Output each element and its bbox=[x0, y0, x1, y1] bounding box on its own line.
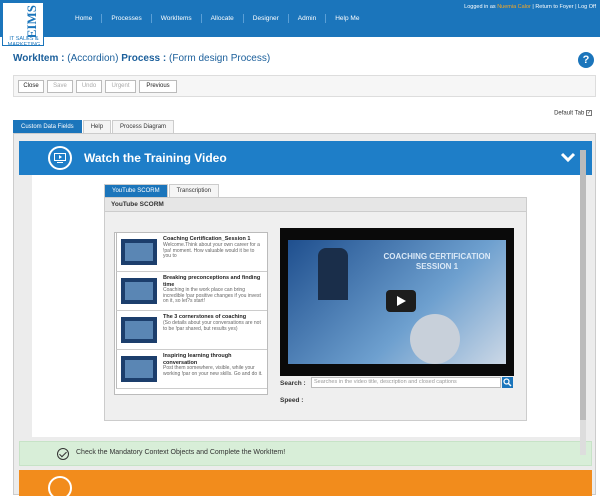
video-player[interactable]: COACHING CERTIFICATION SESSION 1 bbox=[280, 228, 514, 376]
return-to-foyer-link[interactable]: Return to Foyer bbox=[535, 4, 573, 10]
top-bar: EIMS IT SALES & MARKETING Home Processes… bbox=[0, 0, 600, 48]
urgent-button[interactable]: Urgent bbox=[105, 80, 136, 93]
check-circle-icon bbox=[57, 448, 69, 460]
nav-help-me[interactable]: Help Me bbox=[326, 14, 368, 23]
inner-tabs: YouTube SCORM Transcription bbox=[104, 184, 220, 197]
nav-admin[interactable]: Admin bbox=[289, 14, 327, 23]
video-icon bbox=[48, 146, 72, 170]
default-tab-checkbox[interactable]: ✓ bbox=[586, 110, 592, 116]
list-item[interactable]: Coaching Certification_Session 1 Welcome… bbox=[116, 233, 267, 272]
search-input[interactable]: Searches in the video title, description… bbox=[311, 377, 501, 388]
accordion-panel: YouTube SCORM Transcription YouTube SCOR… bbox=[32, 175, 586, 437]
nav-workitems[interactable]: WorkItems bbox=[152, 14, 202, 23]
page-scrollbar[interactable] bbox=[580, 150, 586, 455]
list-item[interactable]: Inspiring learning through conversation … bbox=[116, 350, 267, 389]
youtube-scorm-box: YouTube SCORM Coaching Certification_Ses… bbox=[104, 197, 527, 421]
toolbar: Close Save Undo Urgent Previous bbox=[13, 75, 596, 97]
tab-help[interactable]: Help bbox=[82, 120, 112, 133]
workitem-value: (Accordion) bbox=[67, 53, 119, 64]
close-button[interactable]: Close bbox=[18, 80, 44, 93]
logo-text: EIMS bbox=[24, 5, 39, 39]
log-off-link[interactable]: Log Off bbox=[578, 4, 596, 10]
video-thumbnail bbox=[121, 356, 157, 382]
user-name-link[interactable]: Nuemia Calor bbox=[497, 4, 531, 10]
list-item-desc: Welcome.Think about your own career for … bbox=[163, 242, 260, 259]
list-item-desc: Coaching in the work place can bring inc… bbox=[163, 287, 261, 304]
nav-designer[interactable]: Designer bbox=[244, 14, 289, 23]
scrollbar-thumb[interactable] bbox=[580, 150, 586, 420]
main-nav: Home Processes WorkItems Allocate Design… bbox=[66, 14, 368, 23]
globe-image bbox=[410, 314, 460, 364]
content-area: Watch the Training Video YouTube SCORM T… bbox=[13, 133, 596, 500]
main-tabs: Custom Data Fields Help Process Diagram bbox=[13, 120, 175, 133]
nav-allocate[interactable]: Allocate bbox=[202, 14, 244, 23]
search-icon[interactable] bbox=[502, 377, 513, 388]
page-title: WorkItem : (Accordion) Process : (Form d… bbox=[13, 53, 270, 64]
video-thumbnail bbox=[121, 317, 157, 343]
video-thumbnail bbox=[121, 278, 157, 304]
chevron-down-icon[interactable] bbox=[560, 151, 576, 163]
tab-youtube-scorm[interactable]: YouTube SCORM bbox=[104, 184, 168, 197]
tab-process-diagram[interactable]: Process Diagram bbox=[112, 120, 175, 133]
save-button[interactable]: Save bbox=[47, 80, 73, 93]
list-item-desc: Post them somewhere, visible, while your… bbox=[163, 365, 263, 377]
tab-custom-data-fields[interactable]: Custom Data Fields bbox=[13, 120, 82, 133]
user-info: Logged in as Nuemia Calor | Return to Fo… bbox=[464, 4, 596, 10]
play-icon[interactable] bbox=[386, 290, 416, 312]
check-message: Check the Mandatory Context Objects and … bbox=[76, 449, 286, 456]
process-value: (Form design Process) bbox=[169, 53, 271, 64]
video-list: Coaching Certification_Session 1 Welcome… bbox=[114, 232, 268, 395]
logo-tagline: IT SALES & MARKETING bbox=[7, 36, 41, 48]
accordion-title: Watch the Training Video bbox=[84, 151, 227, 165]
list-item[interactable]: The 3 cornerstones of coaching (So detai… bbox=[116, 311, 267, 350]
check-banner: Check the Mandatory Context Objects and … bbox=[19, 441, 592, 466]
nav-home[interactable]: Home bbox=[66, 14, 103, 23]
help-icon[interactable]: ? bbox=[578, 52, 594, 68]
list-item[interactable]: Breaking preconceptions and finding time… bbox=[116, 272, 267, 311]
search-label: Search : bbox=[280, 380, 306, 387]
accordion-header[interactable]: Watch the Training Video bbox=[19, 141, 592, 175]
process-label: Process : bbox=[121, 53, 167, 64]
previous-button[interactable]: Previous bbox=[139, 80, 177, 93]
eims-logo[interactable]: EIMS IT SALES & MARKETING bbox=[2, 2, 44, 48]
scorm-header: YouTube SCORM bbox=[105, 198, 526, 212]
default-tab-toggle[interactable]: Default Tab ✓ bbox=[554, 110, 592, 117]
presenter-image bbox=[318, 248, 348, 300]
video-thumbnail bbox=[121, 239, 157, 265]
nav-processes[interactable]: Processes bbox=[102, 14, 152, 23]
speed-label: Speed : bbox=[280, 397, 304, 404]
video-title-overlay: COACHING CERTIFICATION SESSION 1 bbox=[383, 252, 491, 271]
undo-button[interactable]: Undo bbox=[76, 80, 102, 93]
default-tab-label: Default Tab bbox=[554, 110, 585, 117]
list-item-desc: (So details about your conversations are… bbox=[163, 320, 261, 332]
tab-transcription[interactable]: Transcription bbox=[168, 184, 220, 197]
accordion-header-2[interactable] bbox=[19, 470, 592, 500]
logged-in-label: Logged in as bbox=[464, 4, 496, 10]
workitem-label: WorkItem : bbox=[13, 53, 65, 64]
accordion-icon bbox=[48, 476, 72, 500]
